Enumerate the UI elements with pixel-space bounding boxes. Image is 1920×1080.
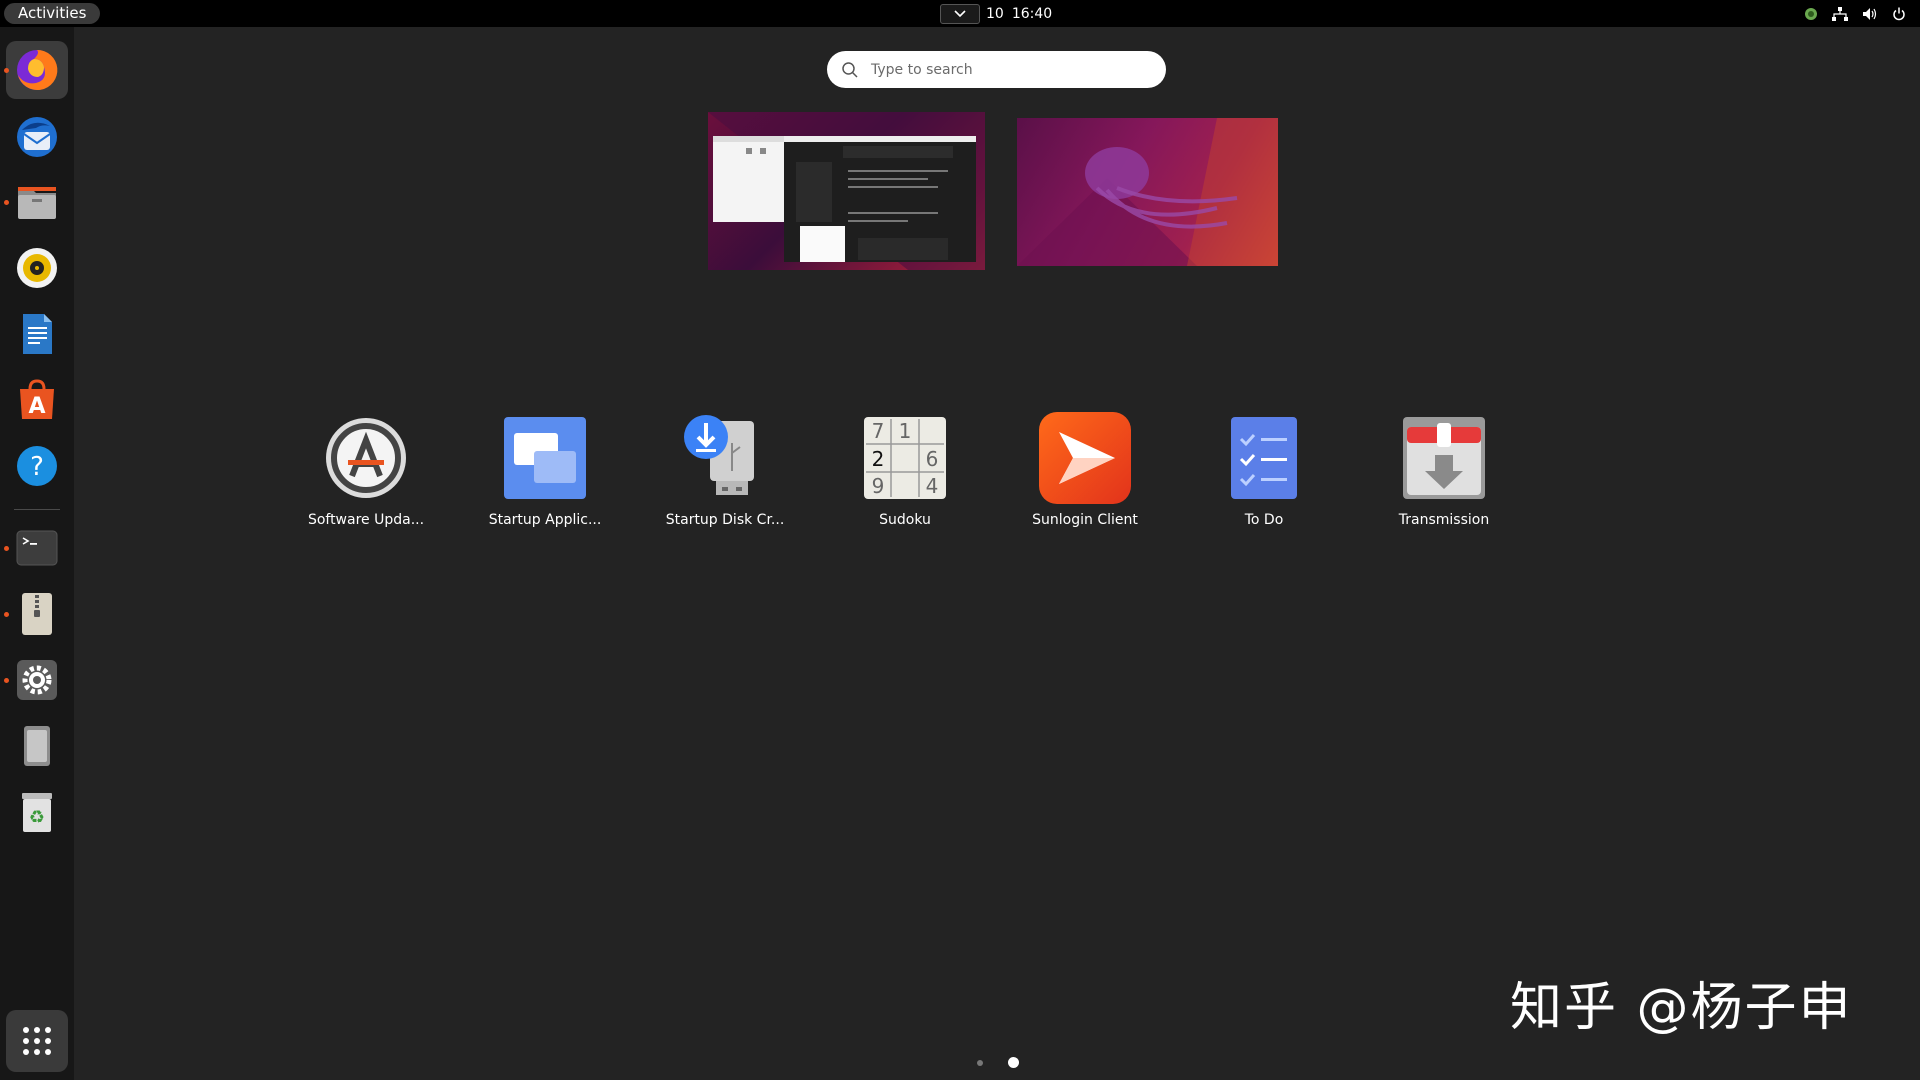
app-sudoku[interactable]: 7 1 2 6 9 4 Sudoku	[830, 408, 980, 538]
app-grid-icon	[23, 1027, 51, 1055]
search-icon	[842, 61, 858, 78]
running-indicator	[4, 200, 9, 205]
running-indicator	[4, 678, 9, 683]
help-icon: ?	[17, 446, 57, 486]
activities-button[interactable]: Activities	[4, 3, 101, 24]
startup-disk-creator-icon	[684, 415, 754, 495]
thunderbird-icon	[17, 117, 57, 157]
svg-text:?: ?	[30, 452, 44, 482]
app-startup-disk-creator[interactable]: Startup Disk Cr...	[650, 408, 800, 538]
app-startup-applications[interactable]: Startup Applic...	[470, 408, 620, 538]
rhythmbox-icon	[17, 248, 57, 288]
wallpaper-jellyfish	[1017, 118, 1278, 266]
running-indicator	[4, 612, 9, 617]
clock-day: 10	[986, 6, 1004, 22]
dock-item-terminal[interactable]	[4, 519, 68, 577]
app-transmission[interactable]: Transmission	[1369, 408, 1519, 538]
chevron-down-icon	[954, 10, 966, 18]
network-icon[interactable]	[1832, 7, 1848, 21]
transmission-icon	[1403, 417, 1485, 499]
dock-item-writer[interactable]	[6, 305, 68, 363]
workspace-thumbnail-1[interactable]	[708, 112, 985, 270]
dock-item-settings[interactable]	[4, 651, 68, 709]
dock-item-removable-drive[interactable]	[6, 717, 68, 775]
clock-time: 16:40	[1011, 6, 1053, 22]
svg-text:A: A	[28, 394, 45, 419]
sunlogin-icon	[1039, 412, 1131, 504]
clock[interactable]: 10 16:40	[940, 3, 1052, 25]
dock-separator	[14, 509, 60, 510]
sudoku-icon: 7 1 2 6 9 4	[864, 417, 946, 499]
search-placeholder: Type to search	[871, 61, 973, 78]
sudoku-digit: 7	[872, 419, 885, 443]
todo-icon	[1231, 417, 1297, 499]
system-tray[interactable]	[1804, 3, 1906, 25]
dock-item-archive-manager[interactable]	[4, 585, 68, 643]
dock-item-trash[interactable]: ♻	[6, 783, 68, 841]
sudoku-digit: 4	[926, 474, 939, 498]
show-applications-button[interactable]	[6, 1010, 68, 1072]
sudoku-digit: 1	[899, 419, 912, 443]
settings-icon	[17, 660, 57, 700]
drive-icon	[24, 726, 50, 766]
trash-icon: ♻	[22, 793, 52, 832]
app-label: Startup Applic...	[488, 512, 602, 528]
firefox-icon	[17, 49, 58, 90]
dock-item-firefox[interactable]	[4, 41, 68, 99]
app-label: To Do	[1244, 512, 1284, 528]
dock-item-files[interactable]	[4, 173, 68, 231]
app-sunlogin-client[interactable]: Sunlogin Client	[1010, 408, 1160, 538]
android-tray-icon[interactable]	[1804, 7, 1818, 21]
app-label: Software Upda...	[307, 512, 425, 528]
writer-icon	[23, 314, 52, 354]
app-to-do[interactable]: To Do	[1189, 408, 1339, 538]
dock-item-help[interactable]: ?	[6, 437, 68, 495]
workspace-windows-preview	[708, 112, 985, 270]
watermark: 知乎 @杨子申	[1510, 978, 1853, 1038]
app-label: Sudoku	[879, 512, 931, 528]
files-icon	[18, 187, 56, 219]
app-label: Sunlogin Client	[1032, 512, 1138, 528]
startup-applications-icon	[504, 417, 586, 499]
terminal-icon	[16, 530, 58, 566]
top-bar: Activities 10 16:40	[0, 0, 1920, 27]
sudoku-digit: 9	[872, 474, 885, 498]
running-indicator	[4, 546, 9, 551]
dock-item-ubuntu-software[interactable]: A	[6, 371, 68, 429]
workspace-thumbnail-2[interactable]	[1017, 118, 1278, 266]
page-indicator-2[interactable]	[1008, 1057, 1019, 1068]
software-updater-icon	[326, 418, 406, 498]
sudoku-digit: 6	[926, 447, 939, 471]
app-software-updater[interactable]: Software Upda...	[291, 408, 441, 538]
input-source-menu[interactable]	[940, 4, 980, 24]
sudoku-digit: 2	[872, 447, 885, 471]
dock-item-rhythmbox[interactable]	[6, 239, 68, 297]
volume-icon[interactable]	[1862, 7, 1878, 21]
app-label: Startup Disk Cr...	[665, 512, 785, 528]
app-label: Transmission	[1398, 512, 1490, 528]
page-indicator-1[interactable]	[977, 1060, 983, 1066]
running-indicator	[4, 68, 9, 73]
search-input[interactable]: Type to search	[827, 51, 1166, 88]
dock: A ? ♻	[0, 27, 74, 1080]
power-icon[interactable]	[1892, 7, 1906, 21]
software-icon: A	[20, 379, 54, 419]
dock-item-thunderbird[interactable]	[6, 108, 68, 166]
svg-text:♻: ♻	[29, 807, 45, 828]
archive-icon	[22, 593, 52, 635]
